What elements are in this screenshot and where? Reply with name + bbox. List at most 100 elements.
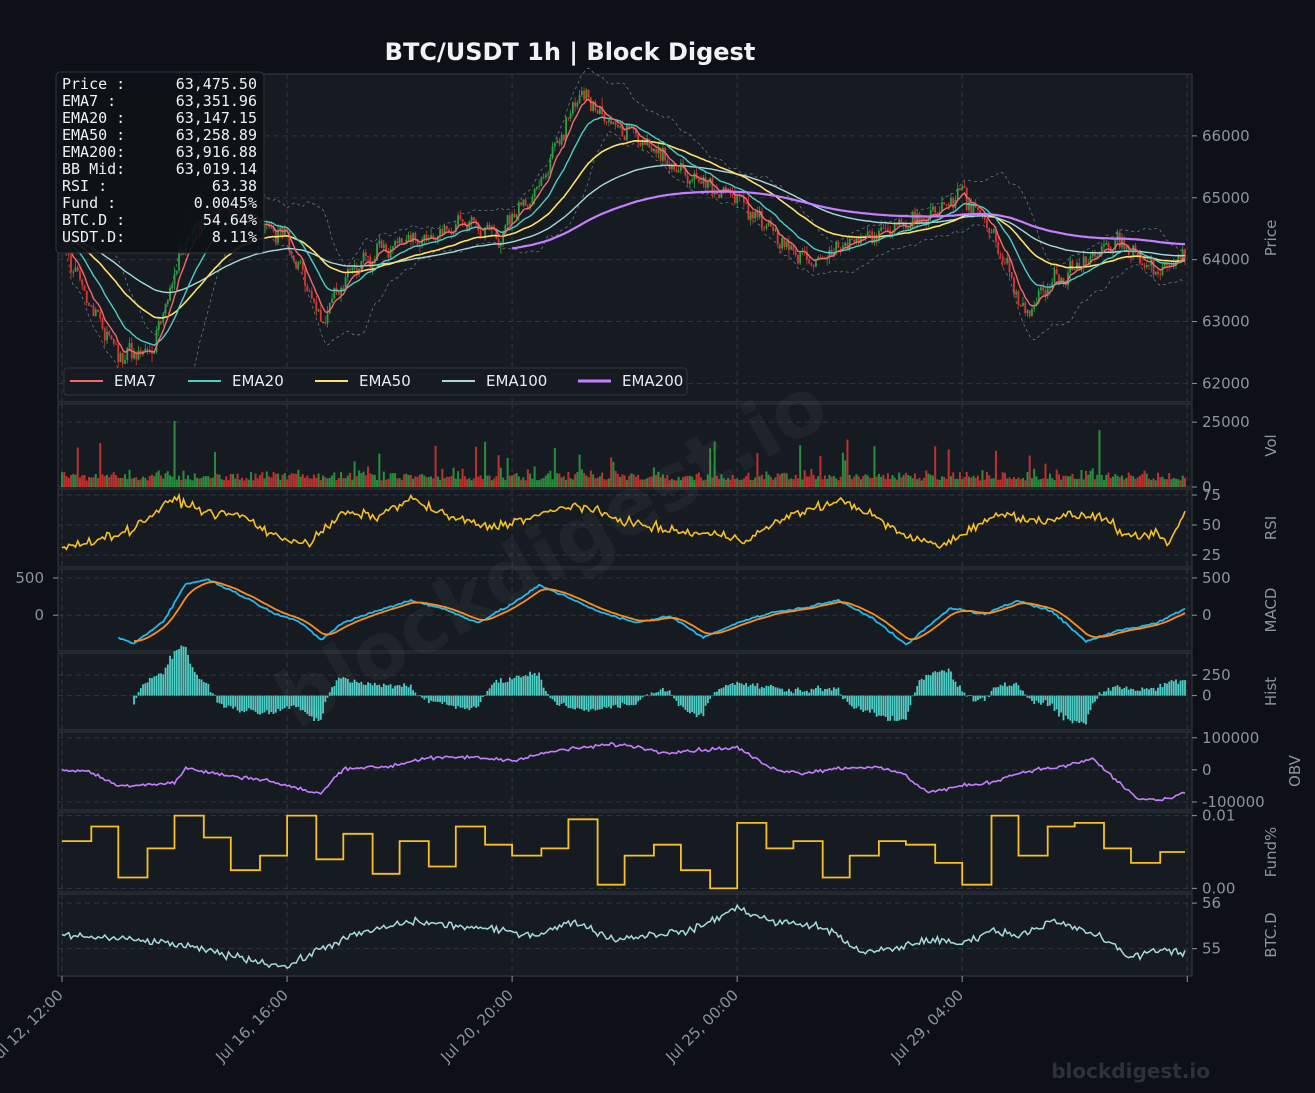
hist-bar	[844, 695, 847, 699]
volume-bar	[261, 472, 264, 487]
hist-bar	[425, 695, 428, 699]
volume-bar	[180, 479, 183, 487]
hist-bar	[828, 687, 831, 696]
hist-bar	[983, 695, 986, 701]
candle-body	[1024, 302, 1027, 314]
candle-body	[103, 328, 106, 341]
hist-bar	[468, 695, 471, 711]
candle-body	[1157, 271, 1159, 274]
info-label-9: USDT.D:	[62, 228, 125, 246]
hist-bar	[722, 687, 725, 696]
hist-bar	[1055, 695, 1058, 710]
hist-bar	[414, 692, 417, 696]
volume-bar	[918, 477, 921, 487]
volume-bar	[83, 474, 86, 487]
hist-bar	[544, 691, 547, 696]
candle-body	[124, 360, 126, 364]
candle-body	[538, 185, 541, 187]
volume-bar	[416, 476, 419, 487]
volume-bar	[873, 446, 876, 487]
volume-bar	[974, 477, 977, 487]
candle-body	[72, 271, 75, 273]
hist-bar	[1159, 683, 1162, 696]
volume-bar	[335, 480, 338, 487]
volume-bar	[540, 478, 543, 487]
panel-hist	[57, 652, 1193, 731]
volume-bar	[63, 472, 66, 487]
info-label-1: EMA7 :	[62, 92, 116, 110]
volume-bar	[198, 478, 201, 487]
hist-bar	[790, 691, 793, 696]
hist-bar	[175, 650, 178, 696]
volume-bar	[178, 475, 181, 487]
candle-body	[956, 188, 959, 200]
hist-bar	[211, 693, 214, 696]
hist-bar	[184, 646, 187, 696]
volume-bar	[157, 470, 160, 487]
volume-bar	[391, 473, 394, 487]
hist-bar	[533, 672, 536, 696]
volume-bar	[988, 475, 991, 487]
volume-bar	[369, 473, 372, 487]
candle-body	[333, 287, 336, 299]
hist-bar	[695, 695, 698, 718]
volume-bar	[407, 475, 410, 487]
candle-body	[445, 225, 448, 230]
volume-bar	[382, 471, 385, 487]
candle-body	[720, 192, 723, 198]
hist-bar	[891, 695, 894, 716]
candle-body	[1040, 287, 1042, 291]
volume-bar	[1044, 463, 1047, 487]
hist-bar	[256, 695, 259, 715]
hist-bar	[443, 695, 446, 702]
volume-bar	[808, 476, 811, 487]
volume-bar	[142, 476, 145, 487]
hist-bar	[765, 685, 768, 696]
hist-bar	[637, 695, 640, 702]
hist-bar	[1105, 691, 1108, 696]
hist-bar	[947, 668, 950, 696]
ytick-rsi-0: 25	[1202, 546, 1221, 564]
candle-body	[513, 213, 516, 218]
volume-bar	[396, 478, 399, 487]
candle-body	[304, 269, 306, 286]
hist-bar	[1071, 695, 1074, 724]
volume-bar	[209, 478, 212, 487]
candle-body	[934, 206, 937, 213]
hist-bar	[196, 674, 198, 696]
volume-bar	[787, 479, 790, 487]
hist-bar	[729, 684, 732, 696]
volume-bar	[1143, 470, 1146, 487]
hist-bar	[238, 695, 241, 713]
volume-bar	[162, 478, 165, 487]
candle-body	[157, 321, 160, 331]
volume-bar	[436, 476, 439, 487]
volume-bar	[94, 474, 97, 487]
ytick-fund-1: 0.01	[1202, 807, 1235, 825]
hist-bar	[842, 695, 844, 700]
hist-bar	[223, 695, 225, 708]
candle-body	[639, 142, 642, 146]
hist-bar	[1145, 688, 1148, 696]
hist-bar	[558, 695, 561, 706]
hist-bar	[531, 674, 534, 696]
candle-body	[364, 252, 367, 257]
info-label-2: EMA20 :	[62, 109, 125, 127]
volume-bar	[1026, 471, 1029, 487]
volume-bar	[1168, 473, 1171, 487]
volume-bar	[225, 476, 228, 487]
candle-body	[85, 290, 88, 303]
candle-body	[79, 270, 81, 280]
volume-bar	[452, 467, 455, 487]
hist-bar	[774, 687, 777, 696]
hist-bar	[207, 683, 210, 696]
volume-bar	[202, 476, 205, 487]
candle-body	[736, 195, 739, 203]
candle-body	[1107, 242, 1110, 248]
volume-bar	[999, 479, 1002, 487]
hist-bar	[920, 678, 923, 696]
volume-bar	[315, 477, 318, 487]
volume-bar	[925, 470, 928, 487]
hist-bar	[452, 695, 455, 707]
volume-bar	[526, 469, 529, 487]
